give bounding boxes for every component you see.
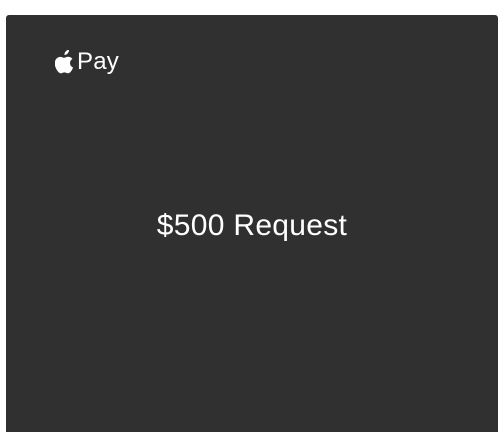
request-amount-text: $500 Request	[156, 209, 348, 242]
page: Pay $500 Request	[0, 0, 504, 432]
apple-logo-icon	[55, 50, 73, 74]
apple-pay-request-card[interactable]: Pay $500 Request	[6, 15, 498, 432]
apple-pay-logo: Pay	[55, 50, 119, 74]
pay-label: Pay	[77, 48, 119, 75]
